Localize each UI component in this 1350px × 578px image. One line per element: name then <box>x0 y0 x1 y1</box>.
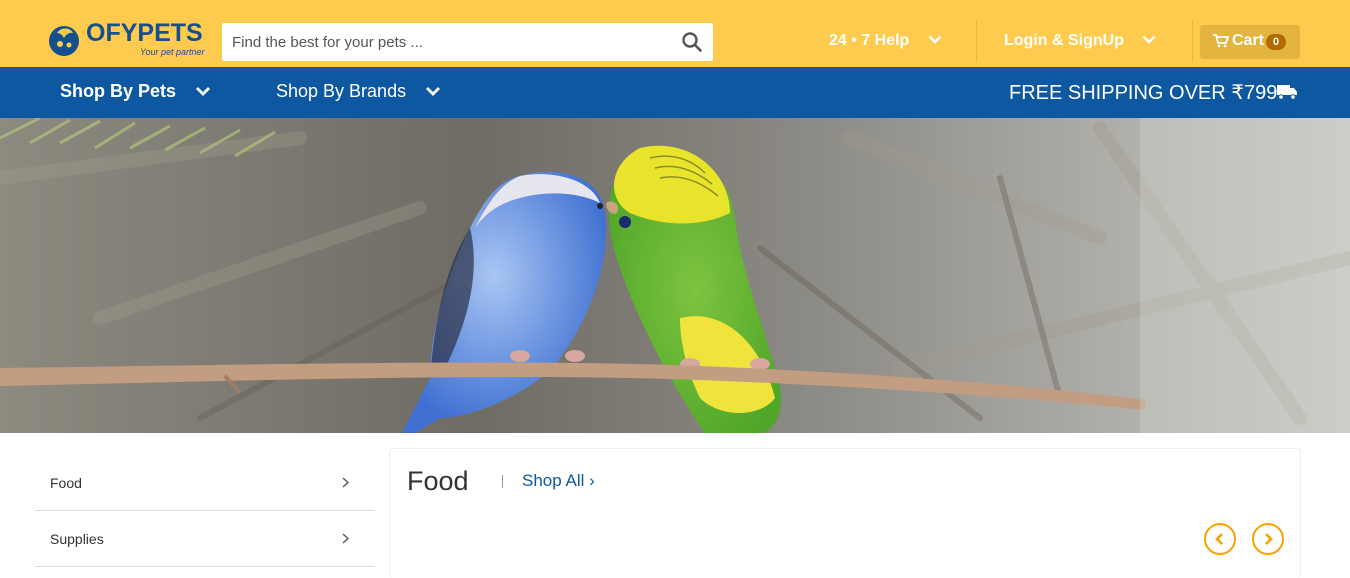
free-shipping-banner: FREE SHIPPING OVER ₹799 <box>1009 82 1278 104</box>
help-menu[interactable]: 24 • 7 Help <box>829 32 942 50</box>
main-nav: Shop By Pets Shop By Brands FREE SHIPPIN… <box>0 67 1350 118</box>
pet-logo-icon <box>49 26 79 56</box>
nav-shop-by-brands[interactable]: Shop By Brands <box>276 81 441 102</box>
sidebar-item-supplies[interactable]: Supplies <box>35 511 375 567</box>
cart-label: Cart <box>1232 32 1265 49</box>
carousel-prev-button[interactable] <box>1204 523 1236 555</box>
nav-shop-by-brands-label: Shop By Brands <box>276 81 407 101</box>
cart-button[interactable]: Cart 0 <box>1200 25 1300 59</box>
logo[interactable]: OFYPETS Your pet partner <box>48 19 208 61</box>
search-bar <box>222 23 713 61</box>
category-sidebar: Food Supplies <box>35 455 375 567</box>
chevron-down-icon <box>1143 35 1156 44</box>
chevron-down-icon <box>928 35 942 44</box>
food-section: Food Shop All › <box>389 448 1301 578</box>
parrots-banner-image <box>0 118 1350 433</box>
chevron-right-icon <box>342 533 349 544</box>
help-label: 24 • 7 Help <box>829 32 910 49</box>
hero-banner[interactable] <box>0 118 1350 433</box>
login-label: Login & SignUp <box>1004 32 1124 49</box>
chevron-down-icon <box>196 86 211 96</box>
chevron-left-icon <box>1215 533 1223 545</box>
shop-all-link[interactable]: Shop All › <box>522 471 595 491</box>
sidebar-item-label: Supplies <box>50 531 104 547</box>
sidebar-item-label: Food <box>50 475 82 491</box>
brand-tagline: Your pet partner <box>140 47 205 57</box>
brand-name: OFYPETS <box>86 19 203 47</box>
search-icon[interactable] <box>681 31 703 53</box>
chevron-right-icon <box>342 477 349 488</box>
cart-count-badge: 0 <box>1266 34 1286 50</box>
chevron-right-icon <box>1265 533 1273 545</box>
cart-icon <box>1213 34 1229 48</box>
login-signup-menu[interactable]: Login & SignUp <box>1004 32 1156 50</box>
search-input[interactable] <box>222 23 672 61</box>
nav-shop-by-pets[interactable]: Shop By Pets <box>60 81 211 102</box>
divider <box>976 20 977 62</box>
chevron-down-icon <box>426 86 441 96</box>
top-header: OFYPETS Your pet partner 24 • 7 Help Log… <box>0 0 1350 67</box>
nav-shop-by-pets-label: Shop By Pets <box>60 81 177 101</box>
divider <box>1192 20 1193 62</box>
carousel-next-button[interactable] <box>1252 523 1284 555</box>
divider <box>502 475 503 488</box>
section-title: Food <box>407 466 469 496</box>
truck-icon <box>1277 85 1297 100</box>
sidebar-item-food[interactable]: Food <box>35 455 375 511</box>
